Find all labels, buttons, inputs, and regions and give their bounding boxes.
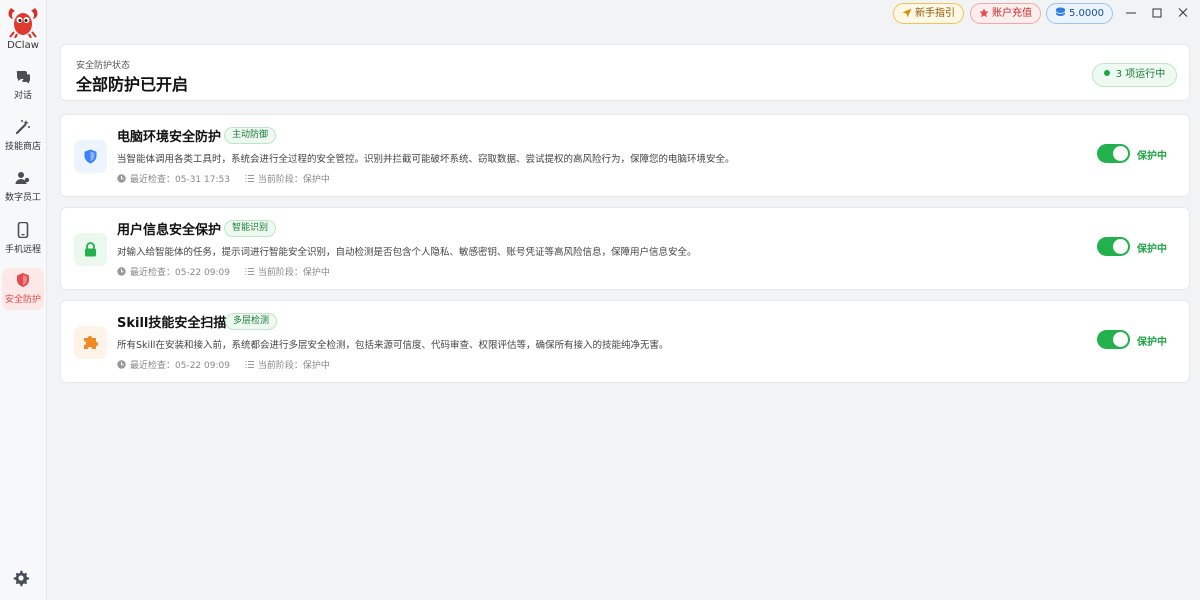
toggle-knob: [1113, 146, 1128, 161]
app-name: DClaw: [7, 40, 39, 51]
protection-toggle[interactable]: [1097, 144, 1130, 163]
phone-icon: [17, 222, 29, 238]
protection-card-computer: 电脑环境安全防护 主动防御 当智能体调用各类工具时，系统会进行全过程的安全管控。…: [60, 114, 1190, 197]
navigation-arrow-icon: [902, 8, 912, 18]
sidebar-item-security[interactable]: 安全防护: [2, 268, 44, 310]
puzzle-icon: [84, 336, 98, 349]
current-stage: 当前阶段：保护中: [257, 268, 330, 278]
protection-tag: 多层检测: [225, 313, 278, 330]
sidebar-item-label: 数字员工: [4, 193, 41, 203]
protection-toggle[interactable]: [1097, 330, 1130, 349]
maximize-icon[interactable]: [1148, 5, 1166, 21]
sidebar-item-label: 手机远程: [4, 245, 41, 255]
running-count: 3 项运行中: [1115, 69, 1166, 80]
magic-wand-icon: [15, 120, 30, 135]
gear-icon[interactable]: [12, 569, 30, 587]
guide-label: 新手指引: [915, 8, 955, 19]
protection-title: Skill技能安全扫描: [117, 316, 227, 331]
clock-icon: [117, 267, 126, 276]
chat-icon: [16, 71, 30, 84]
shield-icon: [84, 149, 97, 164]
protection-status-card: 安全防护状态 全部防护已开启 3 项运行中: [60, 44, 1190, 101]
protection-meta: 最近检查：05-31 17:53 当前阶段：保护中: [117, 172, 330, 185]
recharge-button[interactable]: 账户充值: [970, 3, 1041, 24]
protection-title: 电脑环境安全防护: [117, 130, 222, 145]
top-bar: 新手指引 账户充值 5.0000: [47, 0, 1200, 30]
toggle-knob: [1113, 239, 1128, 254]
running-count-badge: 3 项运行中: [1092, 63, 1177, 87]
protection-description: 所有Skill在安装和接入前，系统都会进行多层安全检测，包括来源可信度、代码审查…: [117, 340, 669, 351]
protection-title: 用户信息安全保护: [117, 223, 222, 238]
sidebar: DClaw 对话 技能商店 数字员工 手机远程 安全防护: [0, 0, 47, 600]
sidebar-item-chat[interactable]: 对话: [2, 64, 44, 106]
protection-meta: 最近检查：05-22 09:09 当前阶段：保护中: [117, 358, 330, 371]
lock-icon: [85, 242, 96, 257]
last-check: 最近检查：05-31 17:53: [130, 175, 230, 185]
sidebar-item-skill-store[interactable]: 技能商店: [2, 115, 44, 157]
protection-icon-box: [74, 233, 107, 266]
protection-tag: 主动防御: [224, 127, 277, 144]
protection-toggle[interactable]: [1097, 237, 1130, 256]
balance-value: 5.0000: [1069, 8, 1104, 19]
list-icon: [245, 174, 254, 183]
status-dot-icon: [1103, 70, 1110, 76]
current-stage: 当前阶段：保护中: [257, 361, 330, 371]
protection-icon-box: [74, 326, 107, 359]
sidebar-item-label: 对话: [13, 91, 32, 101]
toggle-knob: [1113, 332, 1128, 347]
minimize-icon[interactable]: [1122, 5, 1140, 21]
users-icon: [15, 172, 30, 184]
list-icon: [245, 360, 254, 369]
recharge-label: 账户充值: [992, 8, 1032, 19]
protection-status-label: 保护中: [1137, 337, 1167, 348]
protection-description: 对输入给智能体的任务，提示词进行智能安全识别，自动检测是否包含个人隐私、敏感密钥…: [117, 247, 697, 258]
sidebar-item-phone-remote[interactable]: 手机远程: [2, 218, 44, 260]
last-check: 最近检查：05-22 09:09: [130, 361, 230, 371]
shield-icon: [17, 273, 29, 287]
status-subtitle: 安全防护状态: [76, 61, 131, 71]
protection-icon-box: [74, 140, 107, 173]
status-title: 全部防护已开启: [76, 75, 189, 94]
protection-card-skill-scan: Skill技能安全扫描 多层检测 所有Skill在安装和接入前，系统都会进行多层…: [60, 300, 1190, 383]
protection-card-user-info: 用户信息安全保护 智能识别 对输入给智能体的任务，提示词进行智能安全识别，自动检…: [60, 207, 1190, 290]
protection-tag: 智能识别: [224, 220, 277, 237]
protection-status-label: 保护中: [1137, 244, 1167, 255]
sidebar-item-digital-staff[interactable]: 数字员工: [2, 166, 44, 208]
sidebar-item-label: 安全防护: [4, 295, 41, 305]
protection-meta: 最近检查：05-22 09:09 当前阶段：保护中: [117, 265, 330, 278]
current-stage: 当前阶段：保护中: [257, 175, 330, 185]
clock-icon: [117, 174, 126, 183]
guide-button[interactable]: 新手指引: [893, 3, 964, 24]
close-icon[interactable]: [1174, 5, 1192, 21]
protection-description: 当智能体调用各类工具时，系统会进行全过程的安全管控。识别并拦截可能破坏系统、窃取…: [117, 154, 735, 165]
clock-icon: [117, 360, 126, 369]
star-icon: [979, 8, 989, 18]
coin-stack-icon: [1055, 7, 1066, 17]
protection-status-label: 保护中: [1137, 151, 1167, 162]
list-icon: [245, 267, 254, 276]
balance-badge[interactable]: 5.0000: [1046, 3, 1113, 24]
app-logo: [8, 8, 38, 38]
last-check: 最近检查：05-22 09:09: [130, 268, 230, 278]
sidebar-item-label: 技能商店: [4, 142, 41, 152]
